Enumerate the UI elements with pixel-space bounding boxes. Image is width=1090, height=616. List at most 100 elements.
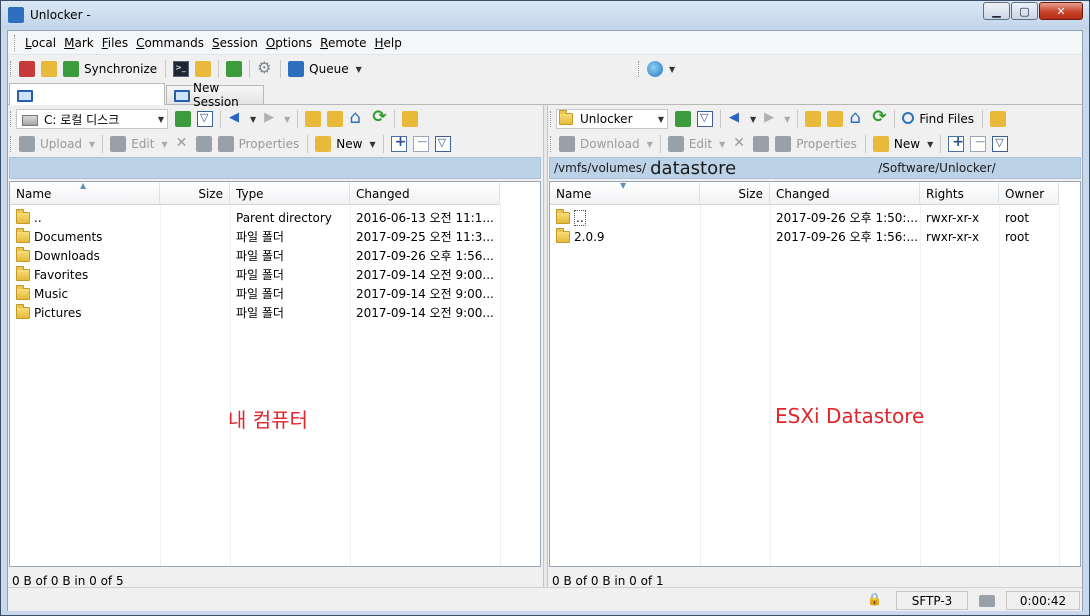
column-rights[interactable]: Rights xyxy=(920,182,999,205)
edit-icon[interactable] xyxy=(110,136,127,152)
table-row[interactable]: Music 파일 폴더 2017-09-14 오전 9:00... xyxy=(10,284,500,303)
table-row[interactable]: Documents 파일 폴더 2017-09-25 오전 11:3... xyxy=(10,227,500,246)
new-session-tab[interactable]: New Session xyxy=(166,81,264,109)
menu-commands[interactable]: Commands xyxy=(132,33,208,53)
root-directory-icon[interactable] xyxy=(327,111,344,127)
unselect-files-icon[interactable] xyxy=(412,134,429,152)
menu-help[interactable]: Help xyxy=(370,33,405,53)
upload-dropdown-icon[interactable]: ▼ xyxy=(89,140,95,149)
transfer-mode-dropdown-icon[interactable]: ▼ xyxy=(669,65,675,74)
table-row[interactable]: .. Parent directory 2016-06-13 오전 11:1..… xyxy=(10,208,500,227)
tree-icon[interactable] xyxy=(402,111,419,127)
remote-path-bar[interactable]: /vmfs/volumes/ datastore /Software/Unloc… xyxy=(549,157,1081,179)
edit-icon[interactable] xyxy=(667,136,684,152)
session-tab-active[interactable] xyxy=(9,83,165,105)
table-row[interactable]: Downloads 파일 폴더 2017-09-26 오후 1:56... xyxy=(10,246,500,265)
transfer-settings-icon[interactable] xyxy=(226,61,243,77)
edit-button[interactable]: Edit xyxy=(131,137,154,151)
open-directory-icon[interactable] xyxy=(175,111,191,127)
remote-folder-select[interactable]: Unlocker ▼ xyxy=(556,109,668,129)
parent-directory-icon[interactable] xyxy=(805,111,822,127)
download-button[interactable]: Download xyxy=(580,137,640,151)
properties-button[interactable]: Properties xyxy=(239,137,300,151)
forward-dropdown-icon[interactable]: ▼ xyxy=(784,115,790,124)
new-button[interactable]: New xyxy=(336,137,362,151)
forward-icon[interactable] xyxy=(762,110,778,127)
column-size[interactable]: Size xyxy=(160,182,230,205)
download-icon[interactable] xyxy=(559,136,575,152)
root-directory-icon[interactable] xyxy=(827,111,844,127)
properties-icon[interactable] xyxy=(775,136,792,152)
keep-up-to-date-icon[interactable] xyxy=(41,61,57,77)
title-bar[interactable]: Unlocker - ▁ ▢ ✕ xyxy=(1,1,1089,29)
putty-icon[interactable] xyxy=(195,61,212,77)
local-file-list[interactable]: Name ▲ Size Type Changed .. Parent direc… xyxy=(9,181,541,567)
table-row[interactable]: Pictures 파일 폴더 2017-09-14 오전 9:00... xyxy=(10,303,500,322)
table-row[interactable]: 2.0.9 2017-09-26 오후 1:56:... rwxr-xr-x r… xyxy=(550,227,1059,246)
local-path-bar[interactable] xyxy=(9,157,541,179)
preferences-gear-icon[interactable] xyxy=(257,58,273,77)
minimize-button[interactable]: ▁ xyxy=(983,2,1010,20)
local-drive-select[interactable]: C: 로컬 디스크 ▼ xyxy=(16,109,168,129)
menu-session[interactable]: Session xyxy=(208,33,262,53)
properties-icon[interactable] xyxy=(217,136,234,152)
new-button[interactable]: New xyxy=(894,137,920,151)
back-icon[interactable] xyxy=(728,110,744,127)
delete-icon[interactable] xyxy=(174,135,190,152)
menu-options[interactable]: Options xyxy=(262,33,316,53)
new-dropdown-icon[interactable]: ▼ xyxy=(369,140,375,149)
queue-icon[interactable] xyxy=(288,61,305,77)
refresh-icon[interactable] xyxy=(871,107,887,127)
find-files-icon[interactable] xyxy=(902,112,915,124)
transfer-mode-globe-icon[interactable] xyxy=(647,61,663,77)
menu-files[interactable]: Files xyxy=(98,33,132,53)
tree-icon[interactable] xyxy=(990,111,1007,127)
find-files-button[interactable]: Find Files xyxy=(919,112,974,126)
home-icon[interactable] xyxy=(849,107,865,128)
column-changed[interactable]: Changed xyxy=(350,182,500,205)
table-row[interactable]: Favorites 파일 폴더 2017-09-14 오전 9:00... xyxy=(10,265,500,284)
filter-icon[interactable] xyxy=(197,111,213,127)
rename-icon[interactable] xyxy=(195,136,212,152)
menu-remote[interactable]: Remote xyxy=(316,33,370,53)
back-dropdown-icon[interactable]: ▼ xyxy=(750,115,756,124)
table-row[interactable]: .. 2017-09-26 오후 1:50:... rwxr-xr-x root xyxy=(550,208,1059,227)
back-dropdown-icon[interactable]: ▼ xyxy=(250,115,256,124)
close-button[interactable]: ✕ xyxy=(1039,2,1083,20)
column-changed[interactable]: Changed xyxy=(770,182,920,205)
download-dropdown-icon[interactable]: ▼ xyxy=(647,140,653,149)
column-name[interactable]: Name ▲ xyxy=(10,181,160,205)
secure-lock-icon[interactable] xyxy=(858,591,892,610)
rename-icon[interactable] xyxy=(753,136,770,152)
filter-files-icon[interactable] xyxy=(434,136,451,152)
terminal-icon[interactable] xyxy=(173,61,190,77)
new-dropdown-icon[interactable]: ▼ xyxy=(927,140,933,149)
column-type[interactable]: Type xyxy=(230,182,350,205)
forward-dropdown-icon[interactable]: ▼ xyxy=(284,115,290,124)
home-icon[interactable] xyxy=(349,107,365,128)
edit-dropdown-icon[interactable]: ▼ xyxy=(161,140,167,149)
column-size[interactable]: Size xyxy=(700,182,770,205)
unselect-files-icon[interactable] xyxy=(970,134,987,152)
network-icon[interactable] xyxy=(970,591,1004,610)
compare-directories-icon[interactable] xyxy=(19,61,35,77)
menu-local[interactable]: Local xyxy=(21,33,60,53)
column-name[interactable]: Name ▼ xyxy=(550,181,700,205)
upload-button[interactable]: Upload xyxy=(40,137,82,151)
parent-directory-icon[interactable] xyxy=(305,111,322,127)
filter-files-icon[interactable] xyxy=(992,136,1009,152)
edit-dropdown-icon[interactable]: ▼ xyxy=(719,140,725,149)
upload-icon[interactable] xyxy=(19,136,35,152)
delete-icon[interactable] xyxy=(731,135,747,152)
properties-button[interactable]: Properties xyxy=(796,137,857,151)
menu-mark[interactable]: Mark xyxy=(60,33,98,53)
column-owner[interactable]: Owner xyxy=(999,182,1059,205)
open-directory-icon[interactable] xyxy=(675,111,691,127)
maximize-button[interactable]: ▢ xyxy=(1011,2,1038,20)
synchronize-icon[interactable] xyxy=(63,61,79,77)
new-icon[interactable] xyxy=(315,136,332,152)
filter-icon[interactable] xyxy=(697,111,713,127)
back-icon[interactable] xyxy=(228,110,244,127)
new-icon[interactable] xyxy=(872,136,889,152)
select-files-icon[interactable] xyxy=(948,134,965,152)
